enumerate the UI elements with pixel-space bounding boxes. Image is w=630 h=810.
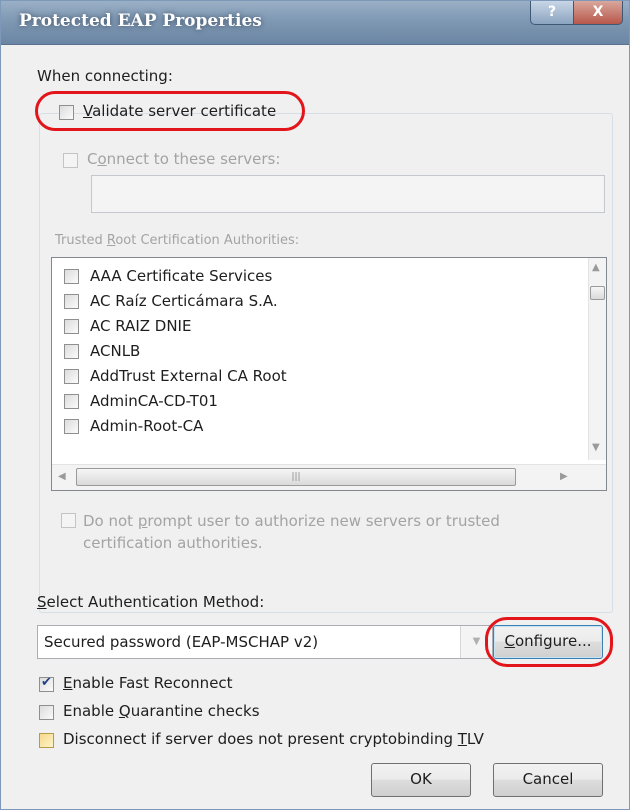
auth-method-value: Secured password (EAP-MSCHAP v2)	[44, 633, 319, 651]
title-bar[interactable]: Protected EAP Properties ? X	[1, 1, 629, 45]
caption-buttons: ? X	[530, 1, 623, 25]
horizontal-scrollbar[interactable]: ◀ ||| ▶	[52, 464, 606, 490]
close-button[interactable]: X	[573, 1, 623, 25]
dialog-window: Protected EAP Properties ? X When connec…	[0, 0, 630, 810]
enable-fast-reconnect-checkbox[interactable]	[39, 675, 54, 692]
scroll-right-icon[interactable]: ▶	[560, 471, 568, 482]
scroll-left-icon[interactable]: ◀	[58, 471, 66, 482]
enable-fast-reconnect-label[interactable]: Enable Fast Reconnect	[63, 674, 233, 692]
validate-certificate-highlight	[35, 91, 305, 131]
ca-checkbox[interactable]	[64, 319, 79, 334]
connect-to-servers-checkbox[interactable]	[63, 153, 78, 168]
cryptobinding-label[interactable]: Disconnect if server does not present cr…	[63, 730, 484, 748]
cryptobinding-checkbox[interactable]	[39, 733, 54, 748]
ca-checkbox[interactable]	[64, 394, 79, 409]
help-button[interactable]: ?	[530, 1, 574, 25]
when-connecting-label: When connecting:	[37, 67, 173, 85]
scroll-up-icon[interactable]: ▲	[592, 262, 600, 273]
ok-button[interactable]: OK	[371, 763, 471, 797]
horizontal-scroll-thumb[interactable]: |||	[76, 468, 516, 486]
ca-checkbox[interactable]	[64, 294, 79, 309]
select-auth-method-label: Select Authentication Method:	[37, 593, 265, 611]
do-not-prompt-checkbox[interactable]	[61, 513, 76, 528]
servers-input[interactable]	[91, 175, 605, 213]
window-title: Protected EAP Properties	[19, 11, 262, 31]
auth-method-select[interactable]: Secured password (EAP-MSCHAP v2) ▼	[37, 625, 493, 659]
ca-checkbox[interactable]	[64, 369, 79, 384]
vertical-scrollbar[interactable]: ▲ ▼	[588, 258, 606, 460]
ca-checkbox[interactable]	[64, 269, 79, 284]
dialog-client-area: When connecting: Validate server certifi…	[17, 47, 615, 807]
connect-to-servers-label: Connect to these servers:	[87, 150, 281, 168]
trusted-root-ca-label: Trusted Root Certification Authorities:	[55, 233, 300, 248]
trusted-ca-list[interactable]: AAA Certificate Services AC Raíz Certicá…	[51, 257, 607, 491]
enable-quarantine-label[interactable]: Enable Quarantine checks	[63, 702, 260, 720]
do-not-prompt-label: Do not prompt user to authorize new serv…	[83, 512, 500, 552]
scroll-down-icon[interactable]: ▼	[592, 442, 600, 453]
cancel-button[interactable]: Cancel	[493, 763, 603, 797]
enable-quarantine-checkbox[interactable]	[39, 705, 54, 720]
configure-button-highlight	[485, 617, 613, 667]
ca-checkbox[interactable]	[64, 419, 79, 434]
ca-checkbox[interactable]	[64, 344, 79, 359]
vertical-scroll-thumb[interactable]	[590, 286, 605, 300]
